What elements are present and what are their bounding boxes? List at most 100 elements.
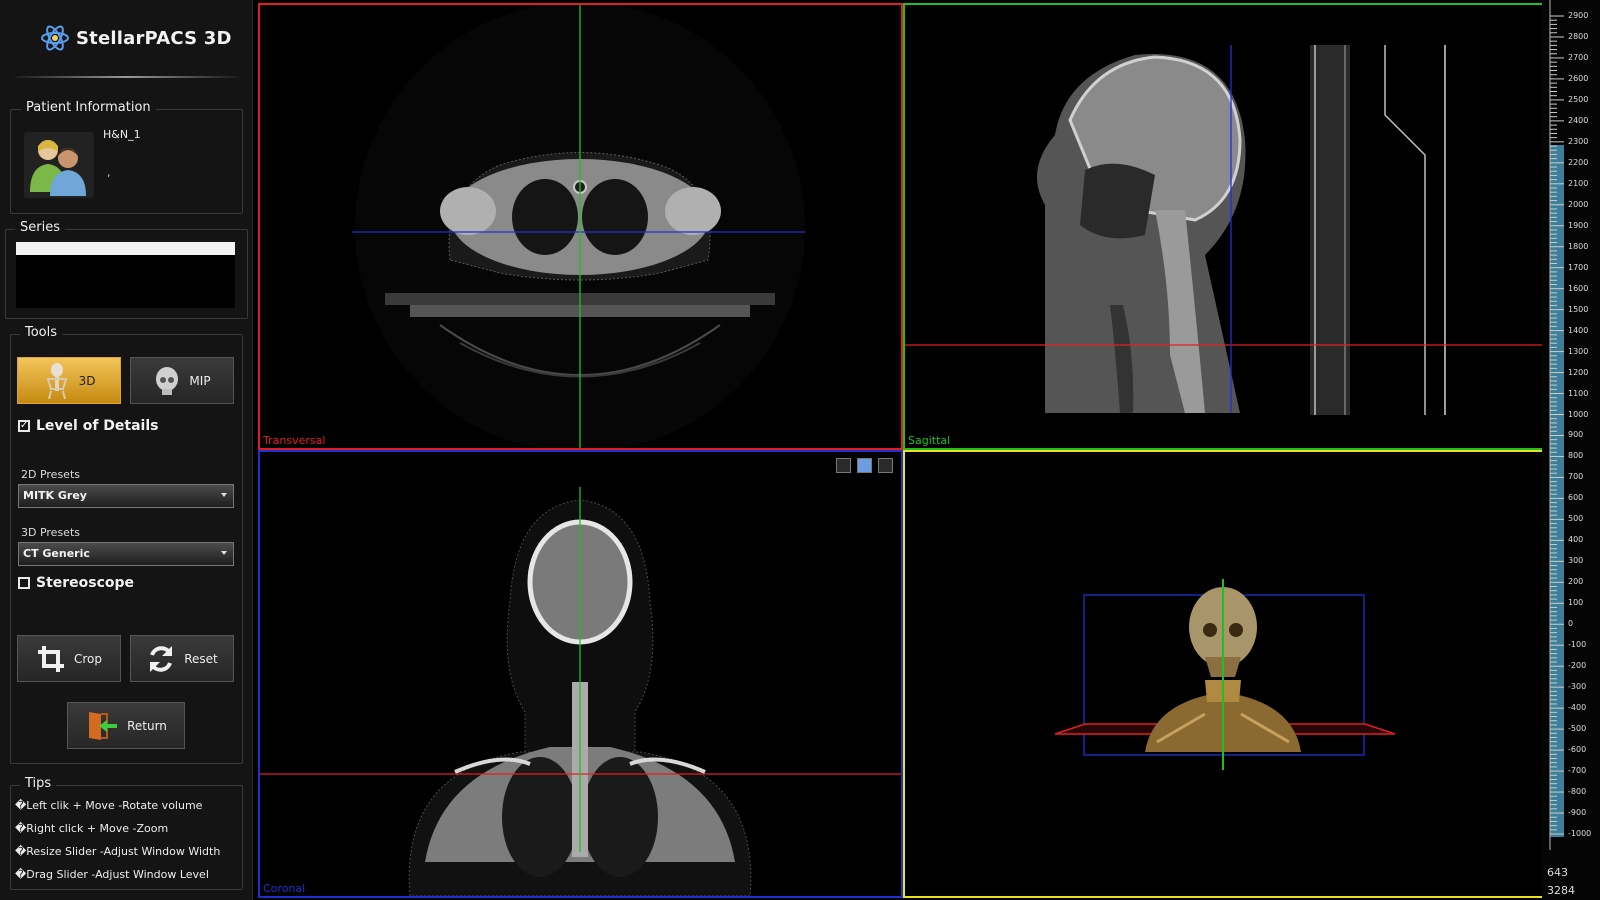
window-width-value: 3284 [1547,884,1575,897]
scale-tick-label: 2400 [1568,115,1589,125]
scale-tick-label: 2200 [1568,157,1589,167]
crop-button-label: Crop [73,651,102,666]
check-icon: ✓ [18,420,30,432]
scale-tick-label: 2900 [1568,11,1589,20]
scale-tick-label: 1400 [1568,325,1589,335]
scale-tick-label: -300 [1568,682,1587,692]
series-group: Series [5,220,248,319]
scale-tick-label: 200 [1568,577,1584,587]
presets-3d-select[interactable]: CT Generic [18,542,234,566]
mip-button-label: MIP [189,373,211,388]
scale-tick-label: 2500 [1568,94,1589,104]
3d-button[interactable]: 3D [17,357,121,404]
tools-title: Tools [20,325,63,340]
scale-tick-label: 1300 [1568,346,1589,356]
crop-icon [37,645,64,672]
tip-line: �Resize Slider -Adjust Window Width [15,845,221,858]
coronal-viewport[interactable]: Coronal [258,450,903,898]
scale-tick-label: -800 [1568,787,1587,797]
sagittal-label: Sagittal [908,434,951,447]
transversal-viewport[interactable]: Transversal [258,3,903,450]
logo-divider [14,76,239,78]
stereoscope-checkbox[interactable]: Stereoscope [18,575,134,591]
scale-tick-label: 1200 [1568,367,1589,377]
scale-tick-label: -500 [1568,724,1587,734]
scale-tick-label: 1800 [1568,241,1589,251]
scale-tick-label: 100 [1568,598,1584,608]
window-level-value: 643 [1547,866,1568,879]
mip-button[interactable]: MIP [130,357,234,404]
tools-group: Tools 3D MIP ✓ Level of Details 2D Prese… [10,325,243,764]
stereoscope-label: Stereoscope [36,575,135,591]
empty-checkbox-icon [18,577,30,589]
scale-tick-label: 1100 [1568,388,1589,398]
tip-line: �Right click + Move -Zoom [15,822,169,835]
scale-tick-label: 1000 [1568,409,1589,419]
viewport-toolbar [836,458,893,473]
scale-tick-label: 1900 [1568,220,1589,230]
scale-tick-label: 600 [1568,493,1584,503]
3d-volume-render[interactable] [905,452,1543,896]
scale-tick-label: -600 [1568,745,1587,755]
maximize-icon[interactable] [878,458,893,473]
scale-tick-label: 1700 [1568,262,1589,272]
coronal-label: Coronal [263,882,306,895]
transversal-label: Transversal [263,434,326,447]
patient-avatar [24,132,94,198]
sagittal-slice-image[interactable] [905,5,1543,448]
presets-2d-label: 2D Presets [21,468,80,481]
transversal-slice-image[interactable] [260,5,901,448]
scale-tick-label: 700 [1568,472,1584,482]
left-sidebar: StellarPACS 3D Patient Information H&N_1… [0,0,253,900]
tips-group: Tips �Left clik + Move -Rotate volume �R… [10,776,243,890]
level-of-details-checkbox[interactable]: ✓ Level of Details [18,418,158,434]
scale-tick-label: 500 [1568,514,1584,524]
return-button-label: Return [127,718,167,733]
scale-tick-label: 800 [1568,451,1584,461]
scale-tick-label: -1000 [1568,829,1592,838]
pin-icon[interactable] [836,458,851,473]
scale-tick-label: 2000 [1568,199,1589,209]
refresh-icon [150,645,173,672]
3d-render-viewport[interactable] [903,450,1545,898]
crop-button[interactable]: Crop [17,635,121,682]
scale-tick-label: 0 [1568,619,1574,629]
presets-3d-label: 3D Presets [21,526,80,539]
series-row-selected[interactable] [16,242,235,255]
scale-tick-label: -400 [1568,703,1587,713]
scale-tick-label: -900 [1568,808,1587,818]
presets-2d-select[interactable]: MITK Grey [18,484,234,508]
level-of-details-label: Level of Details [36,418,159,434]
return-button[interactable]: Return [67,702,185,749]
window-level-scale[interactable]: 2900 2800 2700 2600 2500 2400 2300 2200 2100 2000… [1542,0,1600,900]
scale-tick-label: 1500 [1568,304,1589,314]
series-list[interactable] [16,242,235,308]
scale-tick-label: 2800 [1568,31,1589,41]
patient-details: , [107,166,111,179]
atom-icon [41,25,69,51]
app-logo: StellarPACS 3D [40,22,232,54]
tip-line: �Left clik + Move -Rotate volume [15,799,203,812]
skull-icon [156,366,179,395]
patients-icon [30,140,86,196]
presets-3d-value: CT Generic [23,547,90,560]
reset-button[interactable]: Reset [130,635,234,682]
exit-door-icon [89,711,118,740]
skeleton-icon [46,362,67,399]
3d-button-label: 3D [78,373,96,388]
chevron-down-icon [221,551,227,555]
scale-tick-label: 2300 [1568,136,1589,146]
tip-line: �Drag Slider -Adjust Window Level [15,868,209,881]
scale-tick-label: -100 [1568,640,1587,650]
sagittal-viewport[interactable]: Sagittal [903,3,1545,450]
scale-tick-label: -700 [1568,766,1587,776]
coronal-slice-image[interactable] [260,452,901,896]
chevron-down-icon [221,493,227,497]
presets-2d-value: MITK Grey [23,489,87,502]
series-title: Series [15,220,65,235]
patient-information-group: Patient Information H&N_1 , [10,100,243,214]
layout-icon[interactable] [857,458,872,473]
scale-tick-label: -200 [1568,661,1587,671]
scale-tick-label: 2600 [1568,73,1589,83]
scale-tick-label: 400 [1568,535,1584,545]
